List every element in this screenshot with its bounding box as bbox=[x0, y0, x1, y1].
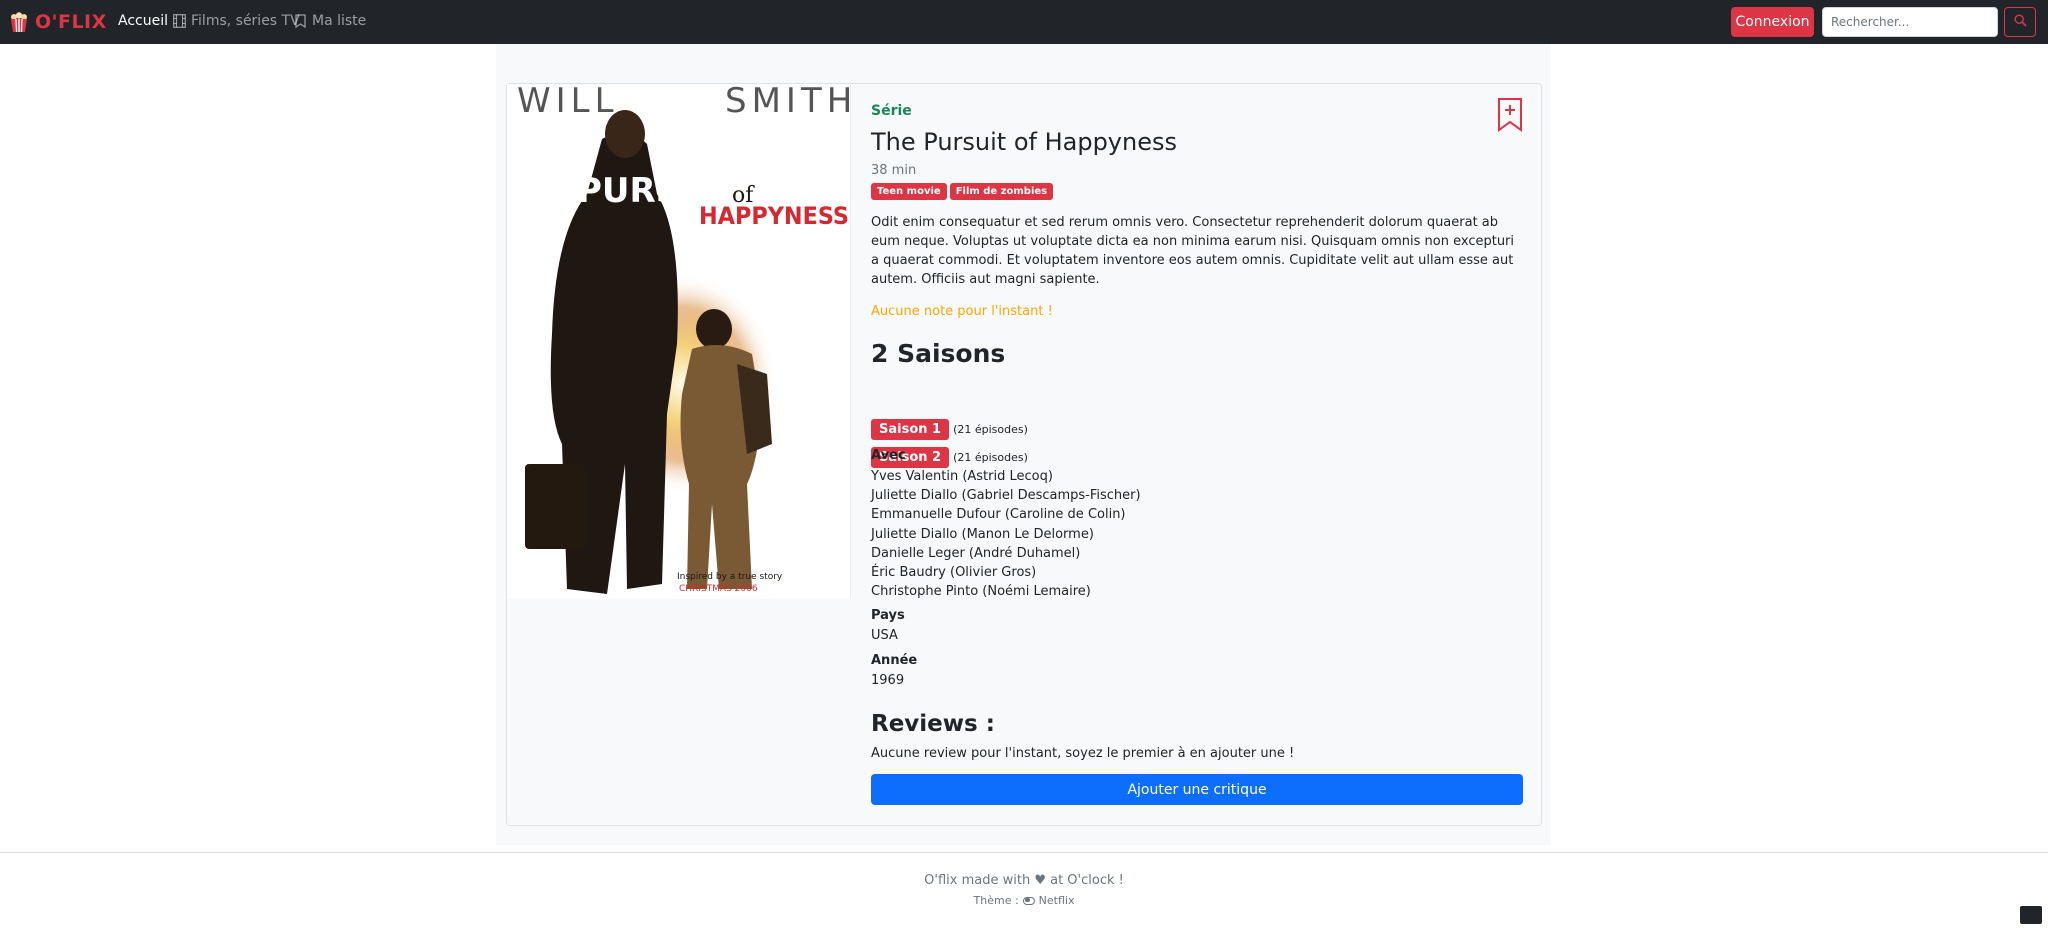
cast-member: Juliette Diallo (Gabriel Descamps-Fische… bbox=[871, 488, 1141, 504]
bookmark-icon bbox=[294, 14, 307, 28]
cast-member: Yves Valentin (Astrid Lecoq) bbox=[871, 469, 1053, 484]
poster-title-happyness: HAPPYNESS bbox=[699, 202, 849, 230]
corner-widget-icon[interactable] bbox=[2020, 906, 2042, 924]
show-type: Série bbox=[871, 103, 912, 119]
genre-badge[interactable]: Teen movie bbox=[871, 183, 947, 200]
nav-link-label: Accueil bbox=[118, 13, 168, 29]
navbar: O'FLIX Accueil Films, séries TV Ma liste bbox=[0, 0, 2048, 44]
poster-title-the: the bbox=[537, 179, 580, 209]
popcorn-icon bbox=[10, 12, 28, 32]
brand-link[interactable]: O'FLIX bbox=[10, 10, 107, 34]
country-value: USA bbox=[871, 628, 898, 643]
cast-member: Éric Baudry (Olivier Gros) bbox=[871, 565, 1037, 581]
synopsis: Odit enim consequatur et sed rerum omnis… bbox=[871, 215, 1515, 287]
main-container: WILL SMITH the PURSUIT of HAPPYNESS Insp… bbox=[496, 44, 1551, 845]
poster-tagline: Inspired by a true story bbox=[677, 572, 783, 582]
poster-image: WILL SMITH the PURSUIT of HAPPYNESS Insp… bbox=[507, 84, 851, 599]
show-title: The Pursuit of Happyness bbox=[871, 128, 1177, 156]
add-to-list-button[interactable] bbox=[1496, 97, 1524, 132]
nav-link-home[interactable]: Accueil bbox=[118, 13, 168, 29]
login-button[interactable]: Connexion bbox=[1731, 7, 1814, 37]
cast-list: Yves Valentin (Astrid Lecoq) Juliette Di… bbox=[871, 467, 1141, 601]
toggle-icon[interactable] bbox=[1022, 896, 1035, 905]
poster-actor-right: SMITH bbox=[725, 84, 851, 121]
genre-badge[interactable]: Film de zombies bbox=[949, 183, 1054, 200]
year-label: Année bbox=[871, 653, 918, 668]
episode-count: (21 épisodes) bbox=[953, 423, 1028, 436]
episode-count: (21 épisodes) bbox=[953, 451, 1028, 464]
season-item: Saison 1 (21 épisodes) bbox=[871, 419, 1028, 440]
film-icon bbox=[173, 14, 186, 28]
poster-actor-left: WILL bbox=[517, 84, 619, 121]
search-icon bbox=[2013, 14, 2027, 30]
genre-list: Teen movie Film de zombies bbox=[871, 183, 1054, 200]
search-button[interactable] bbox=[2004, 7, 2036, 37]
season-badge[interactable]: Saison 1 bbox=[871, 419, 950, 440]
footer: O'flix made with ♥ at O'clock ! Thème : … bbox=[0, 852, 2048, 928]
cast-member: Danielle Leger (André Duhamel) bbox=[871, 545, 1081, 561]
nav-link-my-list[interactable]: Ma liste bbox=[294, 13, 366, 29]
show-card: WILL SMITH the PURSUIT of HAPPYNESS Insp… bbox=[506, 83, 1542, 826]
search-input[interactable] bbox=[1822, 7, 1998, 37]
cast-member: Emmanuelle Dufour (Caroline de Colin) bbox=[871, 507, 1126, 523]
theme-value-link[interactable]: Netflix bbox=[1039, 894, 1075, 907]
cast-label: Avec bbox=[871, 448, 906, 463]
theme-label: Thème : bbox=[973, 894, 1019, 907]
bookmark-plus-icon bbox=[1496, 97, 1524, 132]
nav-link-label: Ma liste bbox=[312, 13, 367, 29]
nav-link-label: Films, séries TV bbox=[191, 13, 300, 29]
brand-name: O'FLIX bbox=[35, 11, 107, 33]
poster-release: CHRISTMAS 2006 bbox=[679, 584, 758, 594]
add-review-button[interactable]: Ajouter une critique bbox=[871, 774, 1523, 805]
nav-link-films[interactable]: Films, séries TV bbox=[173, 13, 300, 29]
seasons-title: 2 Saisons bbox=[871, 339, 1006, 368]
cast-member: Christophe Pinto (Noémi Lemaire) bbox=[871, 584, 1091, 600]
footer-credit: O'flix made with ♥ at O'clock ! bbox=[924, 873, 1124, 888]
theme-switch: Thème : Netflix bbox=[0, 894, 2048, 907]
year-value: 1969 bbox=[871, 673, 905, 688]
rating-text: Aucune note pour l'instant ! bbox=[871, 304, 1053, 319]
reviews-empty-message: Aucune review pour l'instant, soyez le p… bbox=[871, 746, 1295, 761]
show-duration: 38 min bbox=[871, 163, 917, 178]
reviews-title: Reviews : bbox=[871, 711, 995, 737]
country-label: Pays bbox=[871, 608, 905, 623]
cast-member: Juliette Diallo (Manon Le Delorme) bbox=[871, 526, 1094, 542]
